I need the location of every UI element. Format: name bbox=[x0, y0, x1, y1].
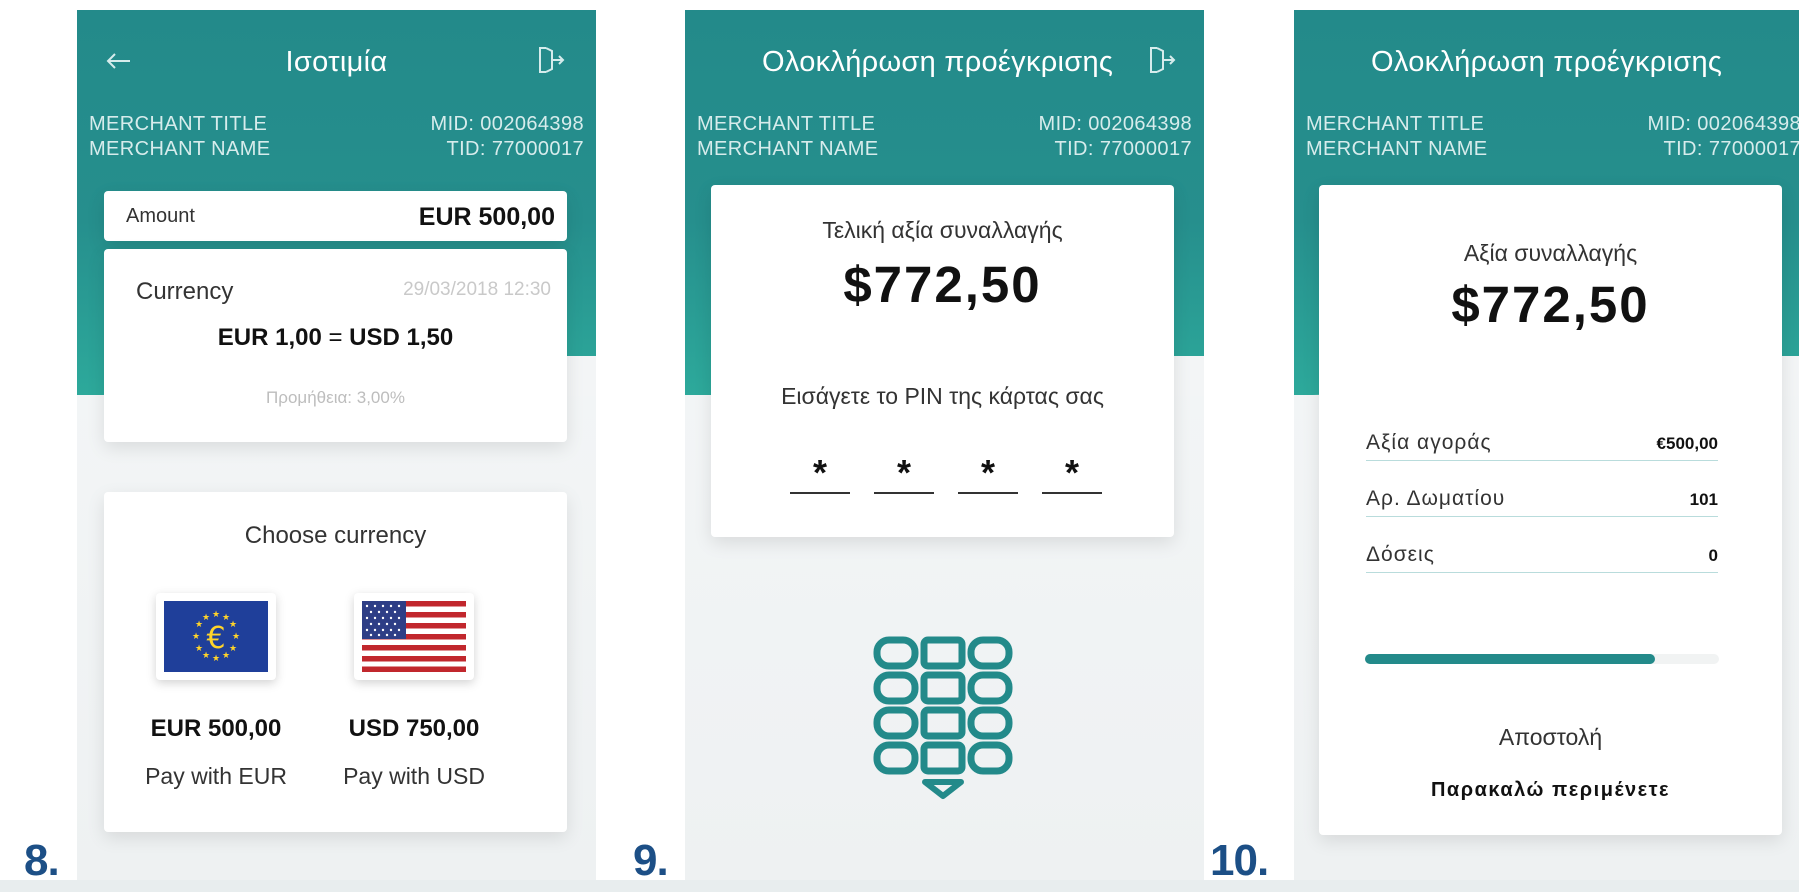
pin-digit-4[interactable]: * bbox=[1042, 447, 1102, 494]
detail-key: Αρ. Δωματίου bbox=[1366, 487, 1506, 510]
merchant-info: MERCHANT TITLE MERCHANT NAME bbox=[697, 112, 879, 162]
terminal-info: MID: 002064398 TID: 77000017 bbox=[1648, 112, 1799, 162]
merchant-name: MERCHANT NAME bbox=[1306, 138, 1488, 160]
amount-label: Amount bbox=[126, 205, 195, 227]
choose-currency-heading: Choose currency bbox=[244, 522, 427, 549]
merchant-title: MERCHANT TITLE bbox=[89, 113, 268, 135]
pin-digit-3[interactable]: * bbox=[958, 447, 1018, 494]
final-amount: $772,50 bbox=[843, 256, 1042, 313]
terminal-info: MID: 002064398 TID: 77000017 bbox=[1039, 112, 1192, 162]
svg-text:★: ★ bbox=[232, 632, 240, 642]
merchant-id: MID: 002064398 bbox=[1647, 113, 1799, 135]
pin-prompt: Εισάγετε το PIN της κάρτας σας bbox=[781, 383, 1104, 409]
eu-flag-icon: ★ ★★ ★★★ ★★★ ★★★ € bbox=[164, 601, 268, 672]
progress-fill bbox=[1365, 654, 1656, 664]
detail-value: 0 bbox=[1708, 546, 1718, 565]
screen-sending: Ολοκλήρωση προέγκρισης MERCHANT TITLE ME… bbox=[1294, 10, 1799, 880]
transaction-amount-label: Αξία συναλλαγής bbox=[1463, 240, 1638, 266]
pay-eur-flag-button[interactable]: ★ ★ ★ ★ ★ ★ ★ ★ ★ ★ ★ ★ € bbox=[156, 593, 276, 680]
merchant-name: MERCHANT NAME bbox=[697, 138, 879, 160]
terminal-id: TID: 77000017 bbox=[446, 138, 584, 160]
pin-digit-1[interactable]: * bbox=[790, 447, 850, 494]
svg-text:★: ★ bbox=[195, 644, 203, 654]
pay-usd-flag-button[interactable] bbox=[354, 593, 474, 680]
exit-icon[interactable] bbox=[1145, 44, 1177, 76]
exchange-rate: EUR 1,00 = USD 1,50 bbox=[104, 324, 567, 352]
svg-text:€: € bbox=[206, 621, 225, 656]
rate-from: EUR 1,00 bbox=[217, 324, 322, 351]
detail-row: Αξία αγοράς €500,00 bbox=[1366, 431, 1718, 461]
rate-to: USD 1,50 bbox=[349, 324, 454, 351]
commission-fee: Προμήθεια: 3,00% bbox=[266, 388, 405, 407]
pay-with-usd-button[interactable]: Pay with USD bbox=[329, 763, 499, 790]
terminal-id: TID: 77000017 bbox=[1663, 138, 1799, 160]
merchant-title: MERCHANT TITLE bbox=[1306, 113, 1485, 135]
step-number-9: 9. bbox=[633, 836, 669, 885]
step-number-10: 10. bbox=[1210, 836, 1269, 885]
page-title: Ολοκλήρωση προέγκρισης bbox=[762, 46, 1114, 78]
page-title: Ολοκλήρωση προέγκρισης bbox=[1371, 46, 1723, 78]
bottom-band bbox=[0, 880, 1799, 892]
merchant-title: MERCHANT TITLE bbox=[697, 113, 876, 135]
detail-value: 101 bbox=[1689, 490, 1718, 509]
eur-option-amount: EUR 500,00 bbox=[150, 715, 282, 742]
pin-digit-2[interactable]: * bbox=[874, 447, 934, 494]
screen-exchange-rate: Ισοτιμία MERCHANT TITLE MERCHANT NAME MI… bbox=[77, 10, 596, 880]
usd-option-amount: USD 750,00 bbox=[348, 715, 480, 742]
detail-key: Δόσεις bbox=[1366, 543, 1435, 566]
svg-text:★: ★ bbox=[192, 632, 200, 642]
page-title: Ισοτιμία bbox=[285, 46, 388, 78]
transaction-card: Αξία συναλλαγής $772,50 Αξία αγοράς €500… bbox=[1319, 185, 1782, 835]
wait-message: Παρακαλώ περιμένετε bbox=[1430, 779, 1671, 801]
svg-text:★: ★ bbox=[229, 644, 237, 654]
exchange-rate-card: Currency 29/03/2018 12:30 EUR 1,00 = USD… bbox=[104, 249, 567, 442]
pin-card: Τελική αξία συναλλαγής $772,50 Εισάγετε … bbox=[711, 185, 1174, 537]
progress-bar bbox=[1365, 654, 1719, 664]
merchant-info: MERCHANT TITLE MERCHANT NAME bbox=[89, 112, 271, 162]
pay-with-eur-button[interactable]: Pay with EUR bbox=[131, 763, 301, 790]
svg-text:★: ★ bbox=[229, 620, 237, 630]
terminal-info: MID: 002064398 TID: 77000017 bbox=[431, 112, 584, 162]
merchant-name: MERCHANT NAME bbox=[89, 138, 271, 160]
rate-equals: = bbox=[328, 324, 343, 351]
detail-key: Αξία αγοράς bbox=[1366, 431, 1492, 454]
merchant-id: MID: 002064398 bbox=[430, 113, 584, 135]
rate-datetime: 29/03/2018 12:30 bbox=[403, 279, 551, 300]
detail-row: Αρ. Δωματίου 101 bbox=[1366, 487, 1718, 517]
status-text: Αποστολή bbox=[1498, 724, 1603, 750]
detail-row: Δόσεις 0 bbox=[1366, 543, 1718, 573]
detail-value: €500,00 bbox=[1656, 434, 1718, 453]
us-flag-icon bbox=[362, 601, 466, 672]
exit-icon[interactable] bbox=[534, 44, 566, 76]
merchant-info: MERCHANT TITLE MERCHANT NAME bbox=[1306, 112, 1488, 162]
final-amount-label: Τελική αξία συναλλαγής bbox=[822, 217, 1063, 243]
step-number-8: 8. bbox=[24, 836, 60, 885]
keypad-icon bbox=[873, 636, 1013, 799]
choose-currency-card: Choose currency ★ ★ ★ ★ ★ ★ ★ ★ ★ ★ ★ ★ € bbox=[104, 492, 567, 832]
svg-text:★: ★ bbox=[212, 610, 220, 620]
screen-pin-entry: Ολοκλήρωση προέγκρισης MERCHANT TITLE ME… bbox=[685, 10, 1204, 880]
terminal-id: TID: 77000017 bbox=[1054, 138, 1192, 160]
amount-bar: Amount EUR 500,00 bbox=[104, 191, 567, 241]
transaction-amount: $772,50 bbox=[1451, 276, 1650, 333]
amount-value: EUR 500,00 bbox=[418, 203, 555, 231]
merchant-id: MID: 002064398 bbox=[1038, 113, 1192, 135]
currency-label: Currency bbox=[136, 278, 234, 305]
